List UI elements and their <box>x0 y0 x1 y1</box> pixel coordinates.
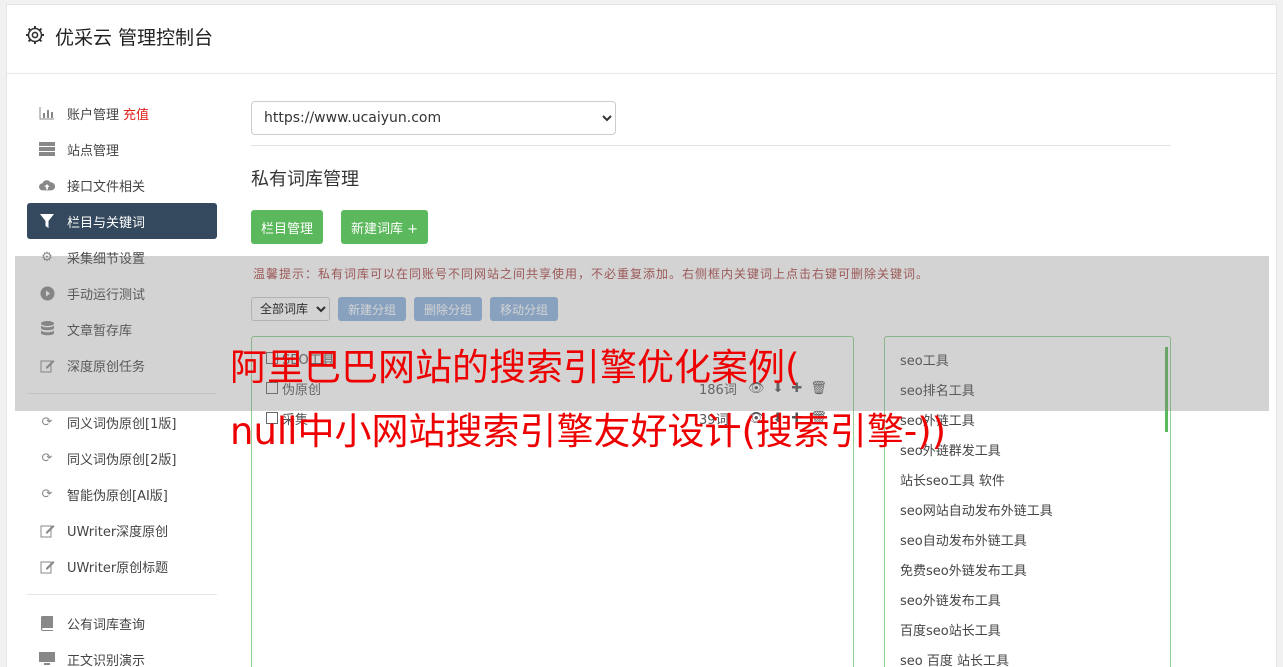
keyword-item[interactable]: seo外链发布工具 <box>885 587 1170 617</box>
bar-chart-icon <box>39 105 55 121</box>
server-icon <box>39 141 55 157</box>
sidebar-item-label: UWriter深度原创 <box>67 524 169 540</box>
keyword-item[interactable]: 站长seo工具 软件 <box>885 467 1170 497</box>
sidebar-item-label: 智能伪原创[AI版] <box>67 488 168 504</box>
monitor-icon <box>39 651 55 667</box>
refresh-icon: ⟳ <box>41 486 53 502</box>
sidebar-item-public-lexicon[interactable]: 公有词库查询 <box>27 605 217 641</box>
sidebar-item-label: 公有词库查询 <box>67 617 146 633</box>
sidebar-item-sites[interactable]: 站点管理 <box>27 131 217 167</box>
top-bar: 优采云 管理控制台 <box>7 5 1276 74</box>
app-title: 优采云 管理控制台 <box>55 27 214 49</box>
divider <box>251 145 1171 146</box>
sidebar-item-label: 正文识别演示 <box>67 653 146 667</box>
new-lexicon-button[interactable]: 新建词库 + <box>341 210 429 244</box>
keyword-item[interactable]: seo网站自动发布外链工具 <box>885 497 1170 527</box>
sidebar-item-uwriter-title[interactable]: UWriter原创标题 <box>27 548 217 584</box>
sidebar-item-text-recognition[interactable]: 正文识别演示 <box>27 641 217 667</box>
refresh-icon: ⟳ <box>41 414 53 430</box>
sidebar-item-label: 同义词伪原创[1版] <box>67 416 177 432</box>
sidebar-item-uwriter-deep[interactable]: UWriter深度原创 <box>27 512 217 548</box>
page-title: 私有词库管理 <box>251 169 359 190</box>
divider <box>27 594 217 595</box>
sidebar-item-label: 同义词伪原创[2版] <box>67 452 177 468</box>
main-content: https://www.ucaiyun.com 私有词库管理 栏目管理 新建词库… <box>251 101 1171 667</box>
gear-icon <box>26 26 44 44</box>
headline-line-1: 阿里巴巴网站的搜索引擎优化案例( <box>230 346 800 389</box>
sidebar-item-synonym-v2[interactable]: ⟳ 同义词伪原创[2版] <box>27 440 217 476</box>
keyword-item[interactable]: 免费seo外链发布工具 <box>885 557 1170 587</box>
sidebar-item-label: 栏目与关键词 <box>67 215 146 231</box>
recharge-link[interactable]: 充值 <box>123 104 149 123</box>
edit-icon <box>39 522 55 538</box>
refresh-icon: ⟳ <box>41 450 53 466</box>
edit-icon <box>39 558 55 574</box>
keyword-item[interactable]: 百度seo站长工具 <box>885 617 1170 647</box>
filter-icon <box>39 213 55 229</box>
sidebar-item-label: 站点管理 <box>67 143 120 159</box>
cloud-upload-icon <box>39 177 55 193</box>
headline-line-2: null中小网站搜索引擎友好设计(搜索引擎-)) <box>230 410 947 453</box>
sidebar-item-label: UWriter原创标题 <box>67 560 169 576</box>
book-icon <box>39 615 55 631</box>
sidebar-item-interface[interactable]: 接口文件相关 <box>27 167 217 203</box>
sidebar-item-ai-rewrite[interactable]: ⟳ 智能伪原创[AI版] <box>27 476 217 512</box>
column-manage-button[interactable]: 栏目管理 <box>251 210 324 244</box>
sidebar-item-label: 接口文件相关 <box>67 179 146 195</box>
keyword-item[interactable]: seo 百度 站长工具 <box>885 647 1170 667</box>
keyword-item[interactable]: seo自动发布外链工具 <box>885 527 1170 557</box>
sidebar-item-label: 账户管理 <box>67 107 120 123</box>
site-select[interactable]: https://www.ucaiyun.com <box>251 101 616 135</box>
sidebar-item-columns-keywords[interactable]: 栏目与关键词 <box>27 203 217 239</box>
sidebar-item-account[interactable]: 账户管理 充值 <box>27 95 217 131</box>
